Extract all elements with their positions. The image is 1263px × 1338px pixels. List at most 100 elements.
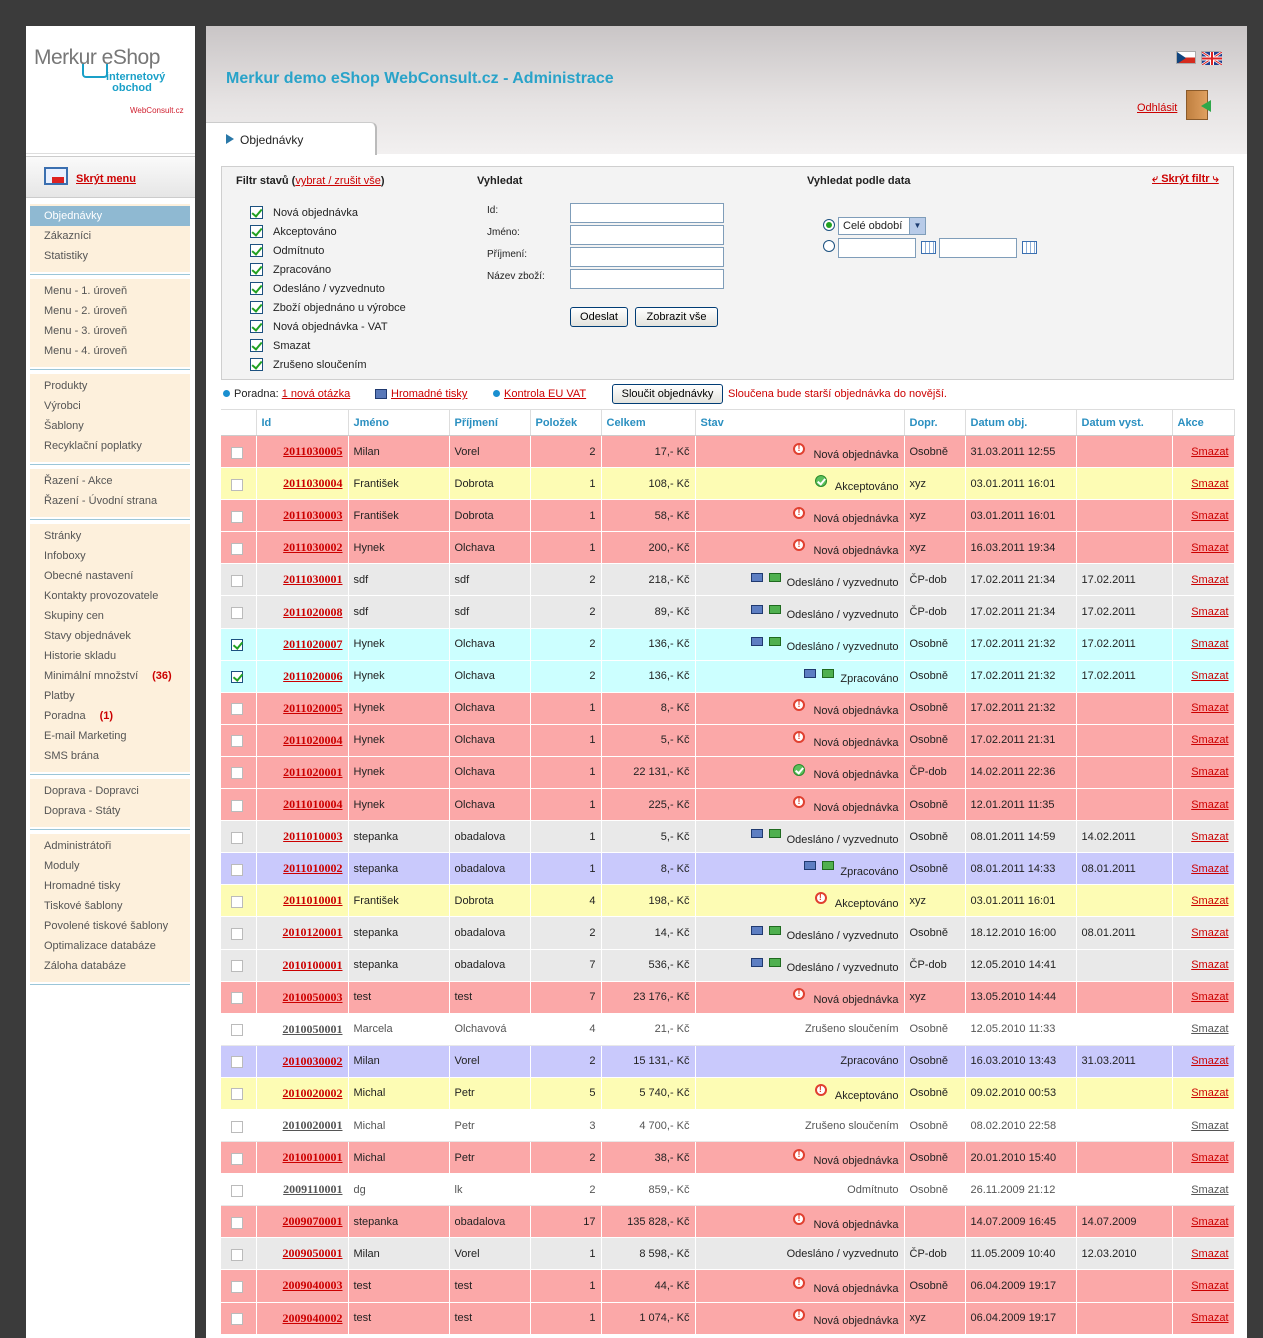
printer-icon[interactable] — [750, 925, 763, 935]
logout-link[interactable]: Odhlásit — [1137, 102, 1177, 114]
sidebar-item[interactable]: Menu - 4. úroveň — [30, 341, 190, 361]
delete-link[interactable]: Smazat — [1172, 692, 1235, 725]
order-id-link[interactable]: 2011030002 — [256, 531, 349, 565]
printer-green-icon[interactable] — [768, 957, 781, 967]
delete-link[interactable]: Smazat — [1172, 467, 1235, 501]
search-field-input[interactable] — [570, 269, 724, 289]
state-filter-item[interactable]: Nová objednávka — [250, 204, 358, 223]
order-id-link[interactable]: 2011030005 — [256, 435, 349, 469]
whole-period-radio[interactable] — [823, 219, 835, 231]
sidebar-item[interactable]: Statistiky — [30, 246, 190, 266]
sidebar-item[interactable]: Menu - 3. úroveň — [30, 321, 190, 341]
delete-link[interactable]: Smazat — [1172, 1013, 1235, 1046]
vat-check-link[interactable]: Kontrola EU VAT — [504, 388, 586, 400]
printer-green-icon[interactable] — [768, 572, 781, 582]
row-checkbox[interactable] — [231, 542, 243, 555]
sidebar-item[interactable]: Objednávky — [30, 206, 190, 226]
printer-icon[interactable] — [804, 861, 817, 871]
state-filter-item[interactable]: Odmítnuto — [250, 242, 324, 261]
row-checkbox[interactable] — [231, 895, 243, 908]
row-checkbox[interactable] — [231, 831, 243, 844]
sidebar-item[interactable]: Platby — [30, 686, 190, 706]
delete-link[interactable]: Smazat — [1172, 595, 1235, 629]
order-id-link[interactable]: 2010020001 — [256, 1109, 349, 1143]
printer-green-icon[interactable] — [768, 829, 781, 839]
row-checkbox[interactable] — [231, 607, 243, 620]
order-id-link[interactable]: 2009040002 — [256, 1302, 349, 1335]
delete-link[interactable]: Smazat — [1172, 1045, 1235, 1078]
row-checkbox[interactable] — [231, 799, 243, 812]
delete-link[interactable]: Smazat — [1172, 756, 1235, 790]
order-id-link[interactable]: 2011020001 — [256, 756, 349, 790]
sidebar-item[interactable]: Záloha databáze — [30, 956, 190, 976]
sidebar-item[interactable]: Hromadné tisky — [30, 876, 190, 896]
sidebar-item[interactable]: Stavy objednávek — [30, 626, 190, 646]
sidebar-item[interactable]: Recyklační poplatky — [30, 436, 190, 456]
sidebar-item[interactable]: Povolené tiskové šablony — [30, 916, 190, 936]
select-all-link[interactable]: vybrat / zrušit vše — [295, 175, 381, 187]
state-checkbox[interactable] — [250, 262, 263, 276]
row-checkbox[interactable] — [231, 1120, 243, 1133]
row-checkbox[interactable] — [231, 960, 243, 973]
calendar-icon[interactable] — [1022, 241, 1037, 254]
printer-icon[interactable] — [750, 829, 763, 839]
column-header[interactable]: Položek — [530, 409, 602, 436]
sidebar-item[interactable]: Menu - 2. úroveň — [30, 301, 190, 321]
printer-green-icon[interactable] — [822, 668, 835, 678]
hide-menu-icon[interactable] — [44, 167, 68, 185]
column-header[interactable]: Příjmení — [449, 409, 531, 436]
printer-icon[interactable] — [804, 668, 817, 678]
delete-link[interactable]: Smazat — [1172, 1205, 1235, 1239]
state-checkbox[interactable] — [250, 319, 263, 333]
column-header[interactable]: Datum vyst. — [1076, 409, 1173, 436]
row-checkbox[interactable] — [231, 735, 243, 748]
sidebar-item[interactable]: Minimální množství (36) — [30, 666, 190, 686]
submit-button[interactable]: Odeslat — [570, 307, 628, 327]
printer-icon[interactable] — [750, 957, 763, 967]
sidebar-item[interactable]: Poradna (1) — [30, 706, 190, 726]
period-select[interactable]: Celé období ▼ — [838, 217, 926, 235]
order-id-link[interactable]: 2010050003 — [256, 981, 349, 1014]
delete-link[interactable]: Smazat — [1172, 531, 1235, 565]
order-id-link[interactable]: 2011030001 — [256, 563, 349, 597]
delete-link[interactable]: Smazat — [1172, 628, 1235, 661]
order-id-link[interactable]: 2010050001 — [256, 1013, 349, 1046]
state-checkbox[interactable] — [250, 205, 263, 219]
column-header[interactable]: Stav — [695, 409, 905, 436]
date-from-input[interactable] — [838, 238, 916, 258]
order-id-link[interactable]: 2011010003 — [256, 820, 349, 854]
hide-menu-link[interactable]: Skrýt menu — [76, 173, 136, 185]
order-id-link[interactable]: 2010010001 — [256, 1141, 349, 1175]
row-checkbox[interactable] — [231, 863, 243, 876]
sidebar-item[interactable]: SMS brána — [30, 746, 190, 766]
sidebar-item[interactable]: Produkty — [30, 376, 190, 396]
logout-door-icon[interactable] — [1186, 90, 1211, 120]
sidebar-item[interactable]: Doprava - Dopravci — [30, 781, 190, 801]
row-checkbox[interactable] — [231, 767, 243, 780]
show-all-button[interactable]: Zobrazit vše — [635, 307, 718, 327]
state-checkbox[interactable] — [250, 243, 263, 257]
sidebar-item[interactable]: Zákazníci — [30, 226, 190, 246]
tab-objednavky[interactable]: Objednávky — [206, 122, 377, 155]
row-checkbox[interactable] — [231, 1184, 243, 1197]
row-checkbox[interactable] — [231, 1152, 243, 1165]
order-id-link[interactable]: 2011010002 — [256, 852, 349, 886]
sidebar-item[interactable]: Obecné nastavení — [30, 566, 190, 586]
search-field-input[interactable] — [570, 225, 724, 245]
column-header[interactable]: Dopr. — [904, 409, 966, 436]
calendar-icon[interactable] — [921, 241, 936, 254]
search-field-input[interactable] — [570, 203, 724, 223]
row-checkbox[interactable] — [231, 478, 243, 491]
logo[interactable]: Merkur eShop internetový obchod WebConsu… — [26, 26, 195, 154]
order-id-link[interactable]: 2011030004 — [256, 467, 349, 501]
order-id-link[interactable]: 2011010001 — [256, 884, 349, 918]
sidebar-item[interactable]: Menu - 1. úroveň — [30, 281, 190, 301]
sidebar-item[interactable]: Optimalizace databáze — [30, 936, 190, 956]
delete-link[interactable]: Smazat — [1172, 949, 1235, 982]
delete-link[interactable]: Smazat — [1172, 1077, 1235, 1110]
delete-link[interactable]: Smazat — [1172, 852, 1235, 886]
state-filter-item[interactable]: Zpracováno — [250, 261, 331, 280]
search-field-input[interactable] — [570, 247, 724, 267]
delete-link[interactable]: Smazat — [1172, 1269, 1235, 1303]
sidebar-item[interactable]: Řazení - Úvodní strana — [30, 491, 190, 511]
